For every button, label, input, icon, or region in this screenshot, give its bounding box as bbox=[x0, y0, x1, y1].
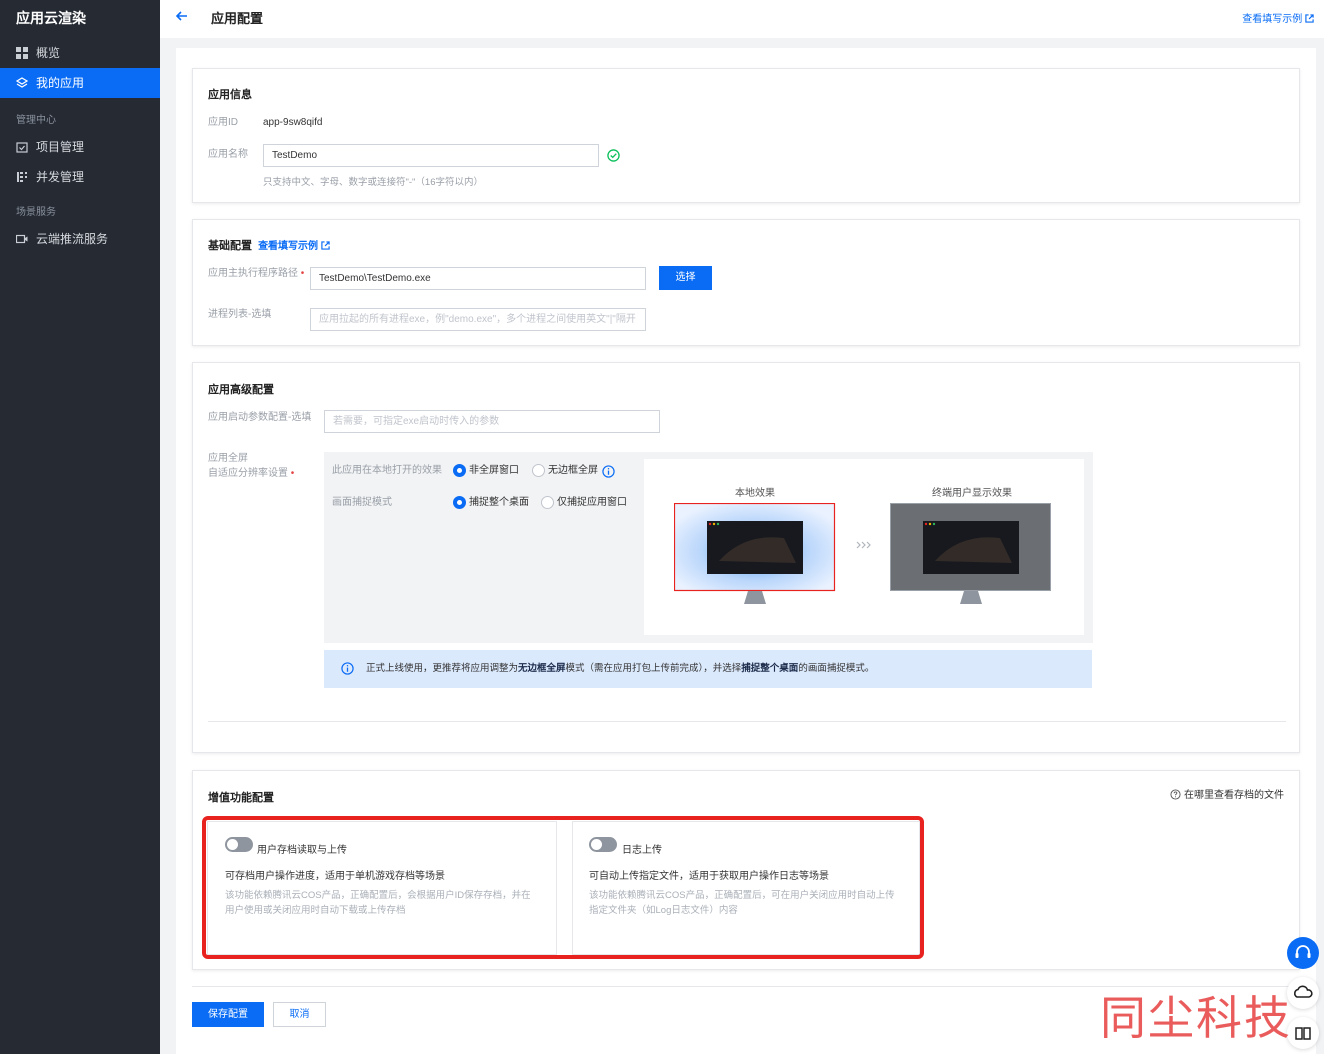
tip-text: 正式上线使用，更推荐将应用调整为 bbox=[366, 663, 519, 674]
page-header: 应用配置 查看填写示例 bbox=[160, 0, 1324, 38]
support-float-button[interactable] bbox=[1287, 937, 1319, 969]
process-list-input[interactable]: 应用拉起的所有进程exe，例"demo.exe"，多个进程之间使用英文"|"隔开 bbox=[310, 308, 646, 331]
basic-example-label: 查看填写示例 bbox=[258, 241, 319, 252]
layers-icon bbox=[16, 77, 28, 88]
sidebar-brand: 应用云渲染 bbox=[16, 10, 86, 26]
app-info-title: 应用信息 bbox=[208, 89, 252, 101]
open-effect-label: 此应用在本地打开的效果 bbox=[332, 465, 442, 476]
sidebar-item-concurrency[interactable]: 并发管理 bbox=[0, 162, 160, 192]
launch-params-label: 应用启动参数配置-选填 bbox=[208, 412, 312, 423]
sidebar-item-label: 并发管理 bbox=[36, 170, 85, 184]
save-config-button[interactable]: 保存配置 bbox=[192, 1002, 264, 1027]
local-effect-label: 本地效果 bbox=[735, 488, 775, 499]
view-example-link[interactable]: 查看填写示例 bbox=[1242, 10, 1314, 25]
fullscreen-label-line2: 自适应分辨率设置 • bbox=[208, 466, 294, 481]
tip-text: 模式（需在应用打包上传前完成），并选择 bbox=[565, 663, 742, 674]
external-link-icon bbox=[1305, 14, 1314, 23]
radio-non-fullscreen[interactable]: 非全屏窗口 bbox=[453, 464, 519, 477]
app-name-label: 应用名称 bbox=[208, 149, 248, 160]
user-effect-label: 终端用户显示效果 bbox=[932, 488, 1012, 499]
process-list-label: 进程列表-选填 bbox=[208, 309, 272, 320]
app-name-hint: 只支持中文、字母、数字或连接符"-"（16字符以内） bbox=[263, 177, 483, 188]
advanced-config-title: 应用高级配置 bbox=[208, 384, 274, 396]
arrow-dots-icon bbox=[856, 541, 871, 549]
advanced-divider bbox=[208, 721, 1286, 722]
fullscreen-label-line2-text: 自适应分辨率设置 bbox=[208, 468, 288, 479]
sidebar-item-streaming[interactable]: 云端推流服务 bbox=[0, 224, 160, 254]
view-example-label: 查看填写示例 bbox=[1242, 14, 1303, 25]
radio-label: 非全屏窗口 bbox=[469, 465, 519, 476]
radio-label: 捕捉整个桌面 bbox=[469, 497, 529, 508]
app-id-label: 应用ID bbox=[208, 117, 238, 128]
app-id-value: app-9sw8qifd bbox=[263, 117, 323, 128]
app-name-input[interactable]: TestDemo bbox=[263, 144, 599, 167]
back-arrow-icon[interactable] bbox=[174, 8, 190, 24]
basic-config-title-text: 基础配置 bbox=[208, 240, 252, 252]
exe-path-label: 应用主执行程序路径 • bbox=[208, 266, 304, 281]
external-link-icon bbox=[321, 241, 330, 250]
radio-capture-desktop[interactable]: 捕捉整个桌面 bbox=[453, 496, 529, 509]
help-circle-icon bbox=[1170, 789, 1181, 800]
tip-bold-capture-desktop: 捕捉整个桌面 bbox=[741, 663, 799, 674]
archive-help-label: 在哪里查看存档的文件 bbox=[1184, 790, 1284, 801]
check-circle-icon bbox=[607, 149, 620, 162]
basic-example-link[interactable]: 查看填写示例 bbox=[258, 241, 330, 252]
capture-mode-label: 画面捕捉模式 bbox=[332, 497, 392, 508]
page-title: 应用配置 bbox=[211, 11, 264, 26]
app-info-card: 应用信息 应用ID app-9sw8qifd 应用名称 TestDemo 只支持… bbox=[192, 68, 1300, 203]
radio-label: 无边框全屏 bbox=[548, 465, 598, 476]
fullscreen-label: 应用全屏 自适应分辨率设置 • bbox=[208, 451, 294, 481]
basic-config-title: 基础配置 查看填写示例 bbox=[208, 237, 330, 253]
sidebar-item-label: 概览 bbox=[36, 46, 61, 60]
radio-dot bbox=[532, 464, 545, 477]
sidebar-item-label: 项目管理 bbox=[36, 140, 85, 154]
required-mark: • bbox=[298, 268, 305, 279]
cancel-button[interactable]: 取消 bbox=[273, 1002, 326, 1027]
radio-capture-window[interactable]: 仅捕捉应用窗口 bbox=[541, 496, 627, 509]
list-icon bbox=[17, 172, 27, 182]
sidebar-item-my-apps[interactable]: 我的应用 bbox=[0, 68, 160, 98]
sidebar-item-projects[interactable]: 项目管理 bbox=[0, 132, 160, 162]
archive-help-link[interactable]: 在哪里查看存档的文件 bbox=[1170, 786, 1284, 801]
info-icon bbox=[341, 662, 354, 675]
sidebar-item-label: 云端推流服务 bbox=[36, 232, 109, 246]
tip-bold-borderless: 无边框全屏 bbox=[518, 663, 566, 674]
watermark-text: 同尘科技 bbox=[1100, 991, 1292, 1045]
radio-dot bbox=[453, 464, 466, 477]
exe-path-input[interactable]: TestDemo\TestDemo.exe bbox=[310, 267, 646, 290]
info-icon[interactable] bbox=[602, 465, 615, 478]
radio-borderless-fullscreen[interactable]: 无边框全屏 bbox=[532, 464, 598, 477]
recommendation-tip: 正式上线使用，更推荐将应用调整为无边框全屏模式（需在应用打包上传前完成），并选择… bbox=[324, 650, 1092, 688]
value-added-title: 增值功能配置 bbox=[208, 792, 274, 804]
select-exe-button[interactable]: 选择 bbox=[659, 266, 712, 290]
grid-icon bbox=[16, 47, 28, 59]
radio-dot bbox=[541, 496, 554, 509]
sidebar: 应用云渲染 概览 我的应用 管理中心 项目管理 并发管理 场景服务 云端推流服务 bbox=[0, 0, 160, 1054]
fullscreen-label-line1: 应用全屏 bbox=[208, 453, 248, 464]
exe-path-label-text: 应用主执行程序路径 bbox=[208, 268, 298, 279]
sidebar-section-scene: 场景服务 bbox=[16, 207, 56, 218]
sidebar-item-overview[interactable]: 概览 bbox=[0, 38, 160, 68]
headset-icon bbox=[1295, 945, 1311, 958]
sidebar-item-label: 我的应用 bbox=[36, 76, 85, 90]
radio-dot bbox=[453, 496, 466, 509]
tip-text: 的画面捕捉模式。 bbox=[798, 663, 875, 674]
basic-config-card: 基础配置 查看填写示例 应用主执行程序路径 • TestDemo\TestDem… bbox=[192, 219, 1300, 346]
calendar-check-icon bbox=[16, 142, 28, 153]
launch-params-input[interactable]: 若需要，可指定exe启动时传入的参数 bbox=[324, 410, 660, 433]
video-icon bbox=[16, 234, 28, 244]
user-monitor-image bbox=[890, 503, 1051, 604]
sidebar-section-management: 管理中心 bbox=[16, 115, 56, 126]
local-monitor-image bbox=[674, 503, 836, 604]
highlight-box bbox=[202, 816, 924, 959]
radio-label: 仅捕捉应用窗口 bbox=[557, 497, 627, 508]
required-mark: • bbox=[288, 468, 295, 479]
